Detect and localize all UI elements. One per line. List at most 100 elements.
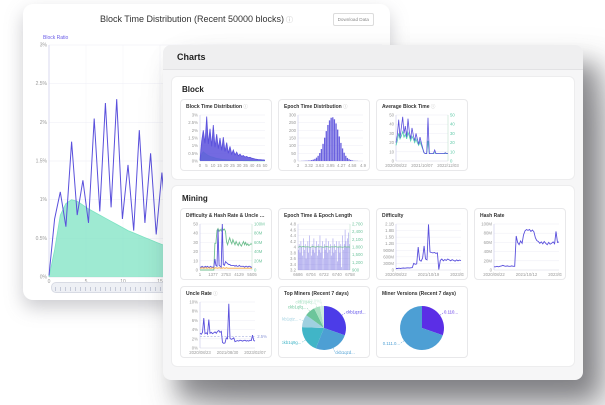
- svg-text:6686: 6686: [293, 272, 303, 277]
- svg-text:ckb1qtz...: ckb1qtz...: [282, 316, 298, 321]
- svg-text:20: 20: [224, 163, 229, 168]
- svg-text:2,400: 2,400: [352, 229, 363, 234]
- chart-card-epoch-time-distribution[interactable]: Epoch Time Distribution ⓘ300250200150100…: [278, 99, 370, 171]
- svg-text:3.95: 3.95: [326, 163, 335, 168]
- chart-canvas: 3%2.5%2%1.5%1%0.5%0%05101520253035404550: [184, 112, 268, 168]
- svg-text:other (3.0%): other (3.0%): [298, 299, 322, 303]
- chart-canvas: 50403020100504030201002020/08/222021/10/…: [380, 112, 464, 168]
- section-panel-mining: MiningDifficulty & Hash Rate & Uncle Rat…: [172, 186, 574, 366]
- chart-card-title: Average Block Time ⓘ: [380, 103, 464, 112]
- svg-text:1.8B: 1.8B: [385, 228, 394, 233]
- chart-card-average-block-time[interactable]: Average Block Time ⓘ50403020100504030201…: [376, 99, 468, 171]
- svg-text:0.5%: 0.5%: [188, 151, 198, 156]
- chart-title-text: Top Miners (Recent 7 days): [284, 291, 349, 297]
- svg-text:3.63: 3.63: [315, 163, 324, 168]
- svg-text:40: 40: [193, 231, 198, 236]
- svg-text:20M: 20M: [484, 258, 493, 263]
- chart-title-text: Epoch Time & Epoch Length: [284, 213, 352, 219]
- download-data-button[interactable]: Download Data: [333, 13, 374, 26]
- svg-text:2021/08/30: 2021/08/30: [217, 350, 239, 355]
- chart-title-text: Miner Versions (Recent 7 days): [382, 291, 456, 297]
- chart-card-top-miners-recent-7-days[interactable]: Top Miners (Recent 7 days) ckb1qzd... ckb1…: [278, 286, 370, 358]
- svg-text:2753: 2753: [221, 272, 231, 277]
- svg-text:1%: 1%: [192, 143, 198, 148]
- chart-card-difficulty[interactable]: Difficulty2.1B1.8B1.5B1.2B900M600M300M02…: [376, 208, 468, 280]
- svg-text:40M: 40M: [254, 249, 263, 254]
- svg-text:4.2: 4.2: [290, 239, 297, 244]
- svg-text:900M: 900M: [383, 248, 394, 253]
- svg-text:1,800: 1,800: [352, 245, 363, 250]
- svg-text:4.8: 4.8: [290, 222, 297, 227]
- svg-text:100: 100: [289, 143, 297, 148]
- svg-text:3%: 3%: [40, 43, 48, 49]
- chart-card-hash-rate[interactable]: Hash Rate100M80M60M40M20M02020/08/222021…: [474, 208, 566, 280]
- svg-text:2023/02/07: 2023/02/07: [244, 350, 266, 355]
- svg-text:2023/03/18: 2023/03/18: [450, 272, 464, 277]
- svg-text:80M: 80M: [484, 231, 493, 236]
- svg-text:2021/10/07: 2021/10/07: [411, 163, 433, 168]
- svg-text:25: 25: [230, 163, 235, 168]
- chart-card-title: Uncle Rate ⓘ: [184, 290, 268, 299]
- svg-text:600M: 600M: [383, 254, 394, 259]
- chart-canvas: 10%8%6%4%2%0%2020/08/232021/08/302023/02…: [184, 299, 268, 355]
- chart-card-epoch-time-epoch-length[interactable]: Epoch Time & Epoch Length4.84.64.44.243.…: [278, 208, 370, 280]
- svg-text:3.8: 3.8: [290, 250, 297, 255]
- info-icon[interactable]: ⓘ: [286, 17, 293, 24]
- chart-card-title: Difficulty & Hash Rate & Uncle Rate: [184, 212, 268, 221]
- info-icon[interactable]: ⓘ: [342, 104, 348, 109]
- chart-canvas: 0.110...0.111.0...: [380, 299, 464, 355]
- back-card-title: Block Time Distribution (Recent 50000 bl…: [100, 14, 284, 24]
- svg-text:200: 200: [289, 128, 297, 133]
- svg-text:4.27: 4.27: [337, 163, 346, 168]
- svg-text:2,700: 2,700: [352, 222, 363, 227]
- svg-text:1,200: 1,200: [352, 260, 363, 265]
- svg-text:2,100: 2,100: [352, 237, 363, 242]
- svg-text:300M: 300M: [383, 261, 394, 266]
- info-icon[interactable]: ⓘ: [212, 291, 218, 296]
- svg-text:3.6: 3.6: [290, 256, 297, 261]
- chart-grid: Block Time Distribution ⓘ3%2.5%2%1.5%1%0…: [180, 99, 566, 171]
- svg-text:5: 5: [205, 163, 208, 168]
- svg-text:0: 0: [48, 279, 51, 284]
- svg-text:4.4: 4.4: [290, 233, 297, 238]
- info-icon[interactable]: ⓘ: [430, 104, 436, 109]
- chart-card-difficulty-hash-rate-uncle-rate[interactable]: Difficulty & Hash Rate & Uncle Rate50403…: [180, 208, 272, 280]
- chart-title-text: Block Time Distribution: [186, 104, 242, 110]
- svg-text:3: 3: [297, 163, 300, 168]
- svg-text:1,500: 1,500: [352, 252, 363, 257]
- chart-card-block-time-distribution[interactable]: Block Time Distribution ⓘ3%2.5%2%1.5%1%0…: [180, 99, 272, 171]
- chart-card-miner-versions-recent-7-days[interactable]: Miner Versions (Recent 7 days) 0.110...0.…: [376, 286, 468, 358]
- svg-text:6722: 6722: [319, 272, 329, 277]
- svg-text:4.58: 4.58: [348, 163, 357, 168]
- svg-text:2.5%: 2.5%: [188, 120, 198, 125]
- chart-title-text: Difficulty & Hash Rate & Uncle Rate: [186, 213, 268, 219]
- svg-text:50: 50: [450, 113, 455, 118]
- chart-card-uncle-rate[interactable]: Uncle Rate ⓘ10%8%6%4%2%0%2020/08/232021/…: [180, 286, 272, 358]
- svg-text:ckb1qzd...: ckb1qzd...: [346, 310, 366, 315]
- svg-text:30: 30: [237, 163, 242, 168]
- chart-card-title: Block Time Distribution ⓘ: [184, 103, 268, 112]
- svg-text:250: 250: [289, 120, 297, 125]
- svg-text:45: 45: [256, 163, 261, 168]
- svg-text:2023/03/04: 2023/03/04: [548, 272, 562, 277]
- svg-text:6758: 6758: [345, 272, 355, 277]
- chart-canvas: 2.1B1.8B1.5B1.2B900M600M300M02020/08/222…: [380, 221, 464, 277]
- chart-card-title: Difficulty: [380, 212, 464, 221]
- svg-text:1.2B: 1.2B: [385, 241, 394, 246]
- chart-canvas: 100M80M60M40M20M02020/08/222021/10/12202…: [478, 221, 562, 277]
- svg-text:4%: 4%: [192, 327, 198, 332]
- chart-card-title: Epoch Time & Epoch Length: [282, 212, 366, 221]
- svg-text:0.5%: 0.5%: [36, 236, 48, 242]
- svg-text:100M: 100M: [254, 222, 265, 227]
- svg-text:10: 10: [450, 149, 455, 154]
- svg-text:1377: 1377: [208, 272, 218, 277]
- section-heading: Block: [182, 85, 566, 94]
- svg-text:40: 40: [389, 122, 394, 127]
- info-icon[interactable]: ⓘ: [242, 104, 248, 109]
- svg-text:ckb1qzd...: ckb1qzd...: [335, 350, 355, 355]
- svg-text:80M: 80M: [254, 231, 263, 236]
- svg-text:40: 40: [250, 163, 255, 168]
- charts-page-card: Charts BlockBlock Time Distribution ⓘ3%2…: [163, 45, 583, 380]
- svg-text:50: 50: [389, 113, 394, 118]
- svg-text:60M: 60M: [484, 240, 493, 245]
